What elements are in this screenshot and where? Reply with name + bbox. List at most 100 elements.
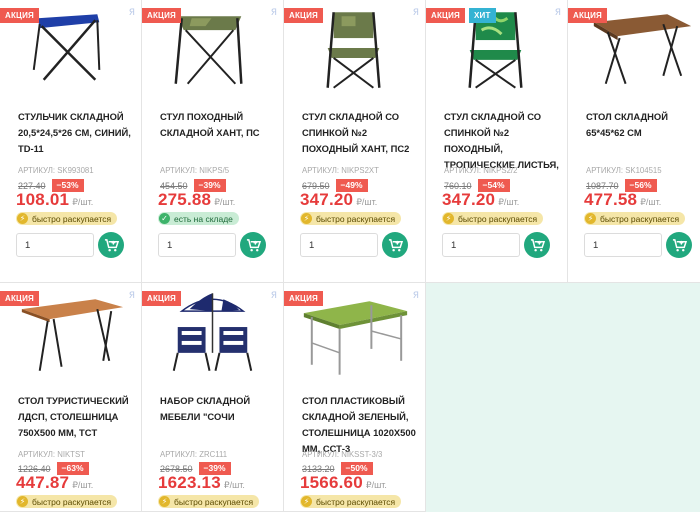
price-unit: ₽/шт. — [223, 480, 245, 490]
old-price: 760.10 — [444, 180, 472, 191]
add-to-cart-button[interactable] — [382, 232, 408, 258]
price: 477.58 — [584, 190, 638, 209]
quantity-input[interactable] — [300, 233, 378, 257]
sale-badge: АКЦИЯ — [142, 8, 182, 23]
stock-status: ⚡ быстро раскупается — [584, 212, 686, 225]
lightning-icon: ⚡ — [159, 496, 170, 507]
product-card[interactable]: АКЦИЯ СТОЛ СКЛАДНОЙ 65*45*62 СМ АРТИКУЛ:… — [568, 0, 700, 283]
stock-label: быстро раскупается — [174, 496, 254, 507]
sale-badge: АКЦИЯ — [142, 291, 182, 306]
price-unit: ₽/шт. — [214, 197, 236, 207]
old-price: 3133.20 — [302, 463, 335, 474]
quantity-input[interactable] — [16, 233, 94, 257]
stock-label: быстро раскупается — [316, 213, 396, 224]
old-price: 227.40 — [18, 180, 46, 191]
stock-status: ⚡ быстро раскупается — [158, 495, 260, 508]
product-sku: АРТИКУЛ: NIKSST-3/3 — [302, 450, 383, 459]
stock-status: ✓ есть на складе — [158, 212, 239, 225]
product-title[interactable]: СТОЛ ПЛАСТИКОВЫЙ СКЛАДНОЙ ЗЕЛЕНЫЙ, СТОЛЕ… — [302, 393, 420, 457]
product-card[interactable]: АКЦИЯ ХИТ Я СТУЛ СКЛАДНОЙ СО СПИНКОЙ №2 … — [426, 0, 568, 283]
product-title[interactable]: СТУЛ СКЛАДНОЙ СО СПИНКОЙ №2 ПОХОДНЫЙ ХАН… — [302, 109, 420, 157]
price-unit: ₽/шт. — [640, 197, 662, 207]
price: 1623.13 — [158, 473, 221, 492]
sale-badge: АКЦИЯ — [0, 291, 40, 306]
cart-icon — [672, 238, 687, 251]
price-unit: ₽/шт. — [72, 480, 94, 490]
price: 347.20 — [442, 190, 496, 209]
add-to-cart-button[interactable] — [666, 232, 692, 258]
product-card[interactable]: АКЦИЯ Я СТУЛ СКЛАДНОЙ СО СПИНКОЙ №2 ПОХО… — [284, 0, 426, 283]
product-card[interactable]: АКЦИЯ Я СТУЛЬЧИК СКЛАДНОЙ 20,5*24,5*26 С… — [0, 0, 142, 283]
yandex-mark-icon: Я — [128, 8, 135, 18]
sale-badge: АКЦИЯ — [568, 8, 608, 23]
stock-label: быстро раскупается — [32, 213, 112, 224]
product-sku: АРТИКУЛ: SK104515 — [586, 166, 662, 175]
quantity-input[interactable] — [584, 233, 662, 257]
cart-icon — [530, 238, 545, 251]
add-to-cart-button[interactable] — [524, 232, 550, 258]
stock-label: быстро раскупается — [458, 213, 538, 224]
lightning-icon: ⚡ — [17, 496, 28, 507]
price-unit: ₽/шт. — [498, 197, 520, 207]
stock-status: ⚡ быстро раскупается — [442, 212, 544, 225]
product-sku: АРТИКУЛ: NIKTST — [18, 450, 85, 459]
product-title[interactable]: СТУЛ ПОХОДНЫЙ СКЛАДНОЙ ХАНТ, ПС — [160, 109, 278, 141]
stock-label: быстро раскупается — [316, 496, 396, 507]
product-title[interactable]: СТОЛ ТУРИСТИЧЕСКИЙ ЛДСП, СТОЛЕШНИЦА 750Х… — [18, 393, 136, 441]
lightning-icon: ⚡ — [585, 213, 596, 224]
yandex-mark-icon: Я — [270, 291, 277, 301]
yandex-mark-icon: Я — [412, 8, 419, 18]
product-card[interactable]: АКЦИЯ Я СТУЛ ПОХОДНЫЙ СКЛАДНОЙ ХАНТ, ПС … — [142, 0, 284, 283]
product-title[interactable]: СТУЛЬЧИК СКЛАДНОЙ 20,5*24,5*26 СМ, СИНИЙ… — [18, 109, 136, 157]
sale-badge: АКЦИЯ — [426, 8, 466, 23]
price-unit: ₽/шт. — [365, 480, 387, 490]
quantity-input[interactable] — [158, 233, 236, 257]
stock-status: ⚡ быстро раскупается — [16, 212, 118, 225]
product-title[interactable]: СТОЛ СКЛАДНОЙ 65*45*62 СМ — [586, 109, 700, 141]
product-sku: АРТИКУЛ: ZRC111 — [160, 450, 228, 459]
yandex-mark-icon: Я — [554, 8, 561, 18]
quantity-input[interactable] — [442, 233, 520, 257]
product-sku: АРТИКУЛ: NIKPS2XT — [302, 166, 379, 175]
add-to-cart-button[interactable] — [240, 232, 266, 258]
cart-icon — [246, 238, 261, 251]
stock-status: ⚡ быстро раскупается — [300, 212, 402, 225]
old-price: 1226.40 — [18, 463, 51, 474]
product-grid: АКЦИЯ Я СТУЛЬЧИК СКЛАДНОЙ 20,5*24,5*26 С… — [0, 0, 700, 512]
check-icon: ✓ — [159, 213, 170, 224]
cart-icon — [388, 238, 403, 251]
product-card[interactable]: АКЦИЯ Я СТОЛ ТУРИСТИЧЕСКИЙ ЛДСП, СТОЛЕШН… — [0, 283, 142, 512]
empty-grid-area — [426, 283, 700, 512]
product-sku: АРТИКУЛ: NIKPS2/2 — [444, 166, 518, 175]
price: 1566.60 — [300, 473, 363, 492]
lightning-icon: ⚡ — [301, 213, 312, 224]
yandex-mark-icon: Я — [128, 291, 135, 301]
stock-label: есть на складе — [174, 213, 233, 224]
stock-label: быстро раскупается — [32, 496, 112, 507]
product-card[interactable]: АКЦИЯ Я СТОЛ ПЛАСТИКОВЫЙ СКЛАДНОЙ ЗЕЛЕНЫ… — [284, 283, 426, 512]
lightning-icon: ⚡ — [443, 213, 454, 224]
product-sku: АРТИКУЛ: SK993081 — [18, 166, 94, 175]
price: 447.87 — [16, 473, 70, 492]
price: 347.20 — [300, 190, 354, 209]
price-unit: ₽/шт. — [356, 197, 378, 207]
hit-badge: ХИТ — [469, 8, 496, 23]
price: 275.88 — [158, 190, 212, 209]
old-price: 679.50 — [302, 180, 330, 191]
lightning-icon: ⚡ — [301, 496, 312, 507]
product-sku: АРТИКУЛ: NIKPS/5 — [160, 166, 230, 175]
product-title[interactable]: НАБОР СКЛАДНОЙ МЕБЕЛИ "СОЧИ — [160, 393, 278, 425]
add-to-cart-button[interactable] — [98, 232, 124, 258]
lightning-icon: ⚡ — [17, 213, 28, 224]
stock-label: быстро раскупается — [600, 213, 680, 224]
sale-badge: АКЦИЯ — [284, 8, 324, 23]
price: 108.01 — [16, 190, 70, 209]
yandex-mark-icon: Я — [412, 291, 419, 301]
old-price: 2678.50 — [160, 463, 193, 474]
old-price: 1087.70 — [586, 180, 619, 191]
sale-badge: АКЦИЯ — [284, 291, 324, 306]
product-title[interactable]: СТУЛ СКЛАДНОЙ СО СПИНКОЙ №2 ПОХОДНЫЙ, ТР… — [444, 109, 562, 173]
product-card[interactable]: АКЦИЯ Я НАБОР СКЛАДНОЙ МЕБЕЛИ "СОЧИ АРТИ… — [142, 283, 284, 512]
price-unit: ₽/шт. — [72, 197, 94, 207]
stock-status: ⚡ быстро раскупается — [300, 495, 402, 508]
